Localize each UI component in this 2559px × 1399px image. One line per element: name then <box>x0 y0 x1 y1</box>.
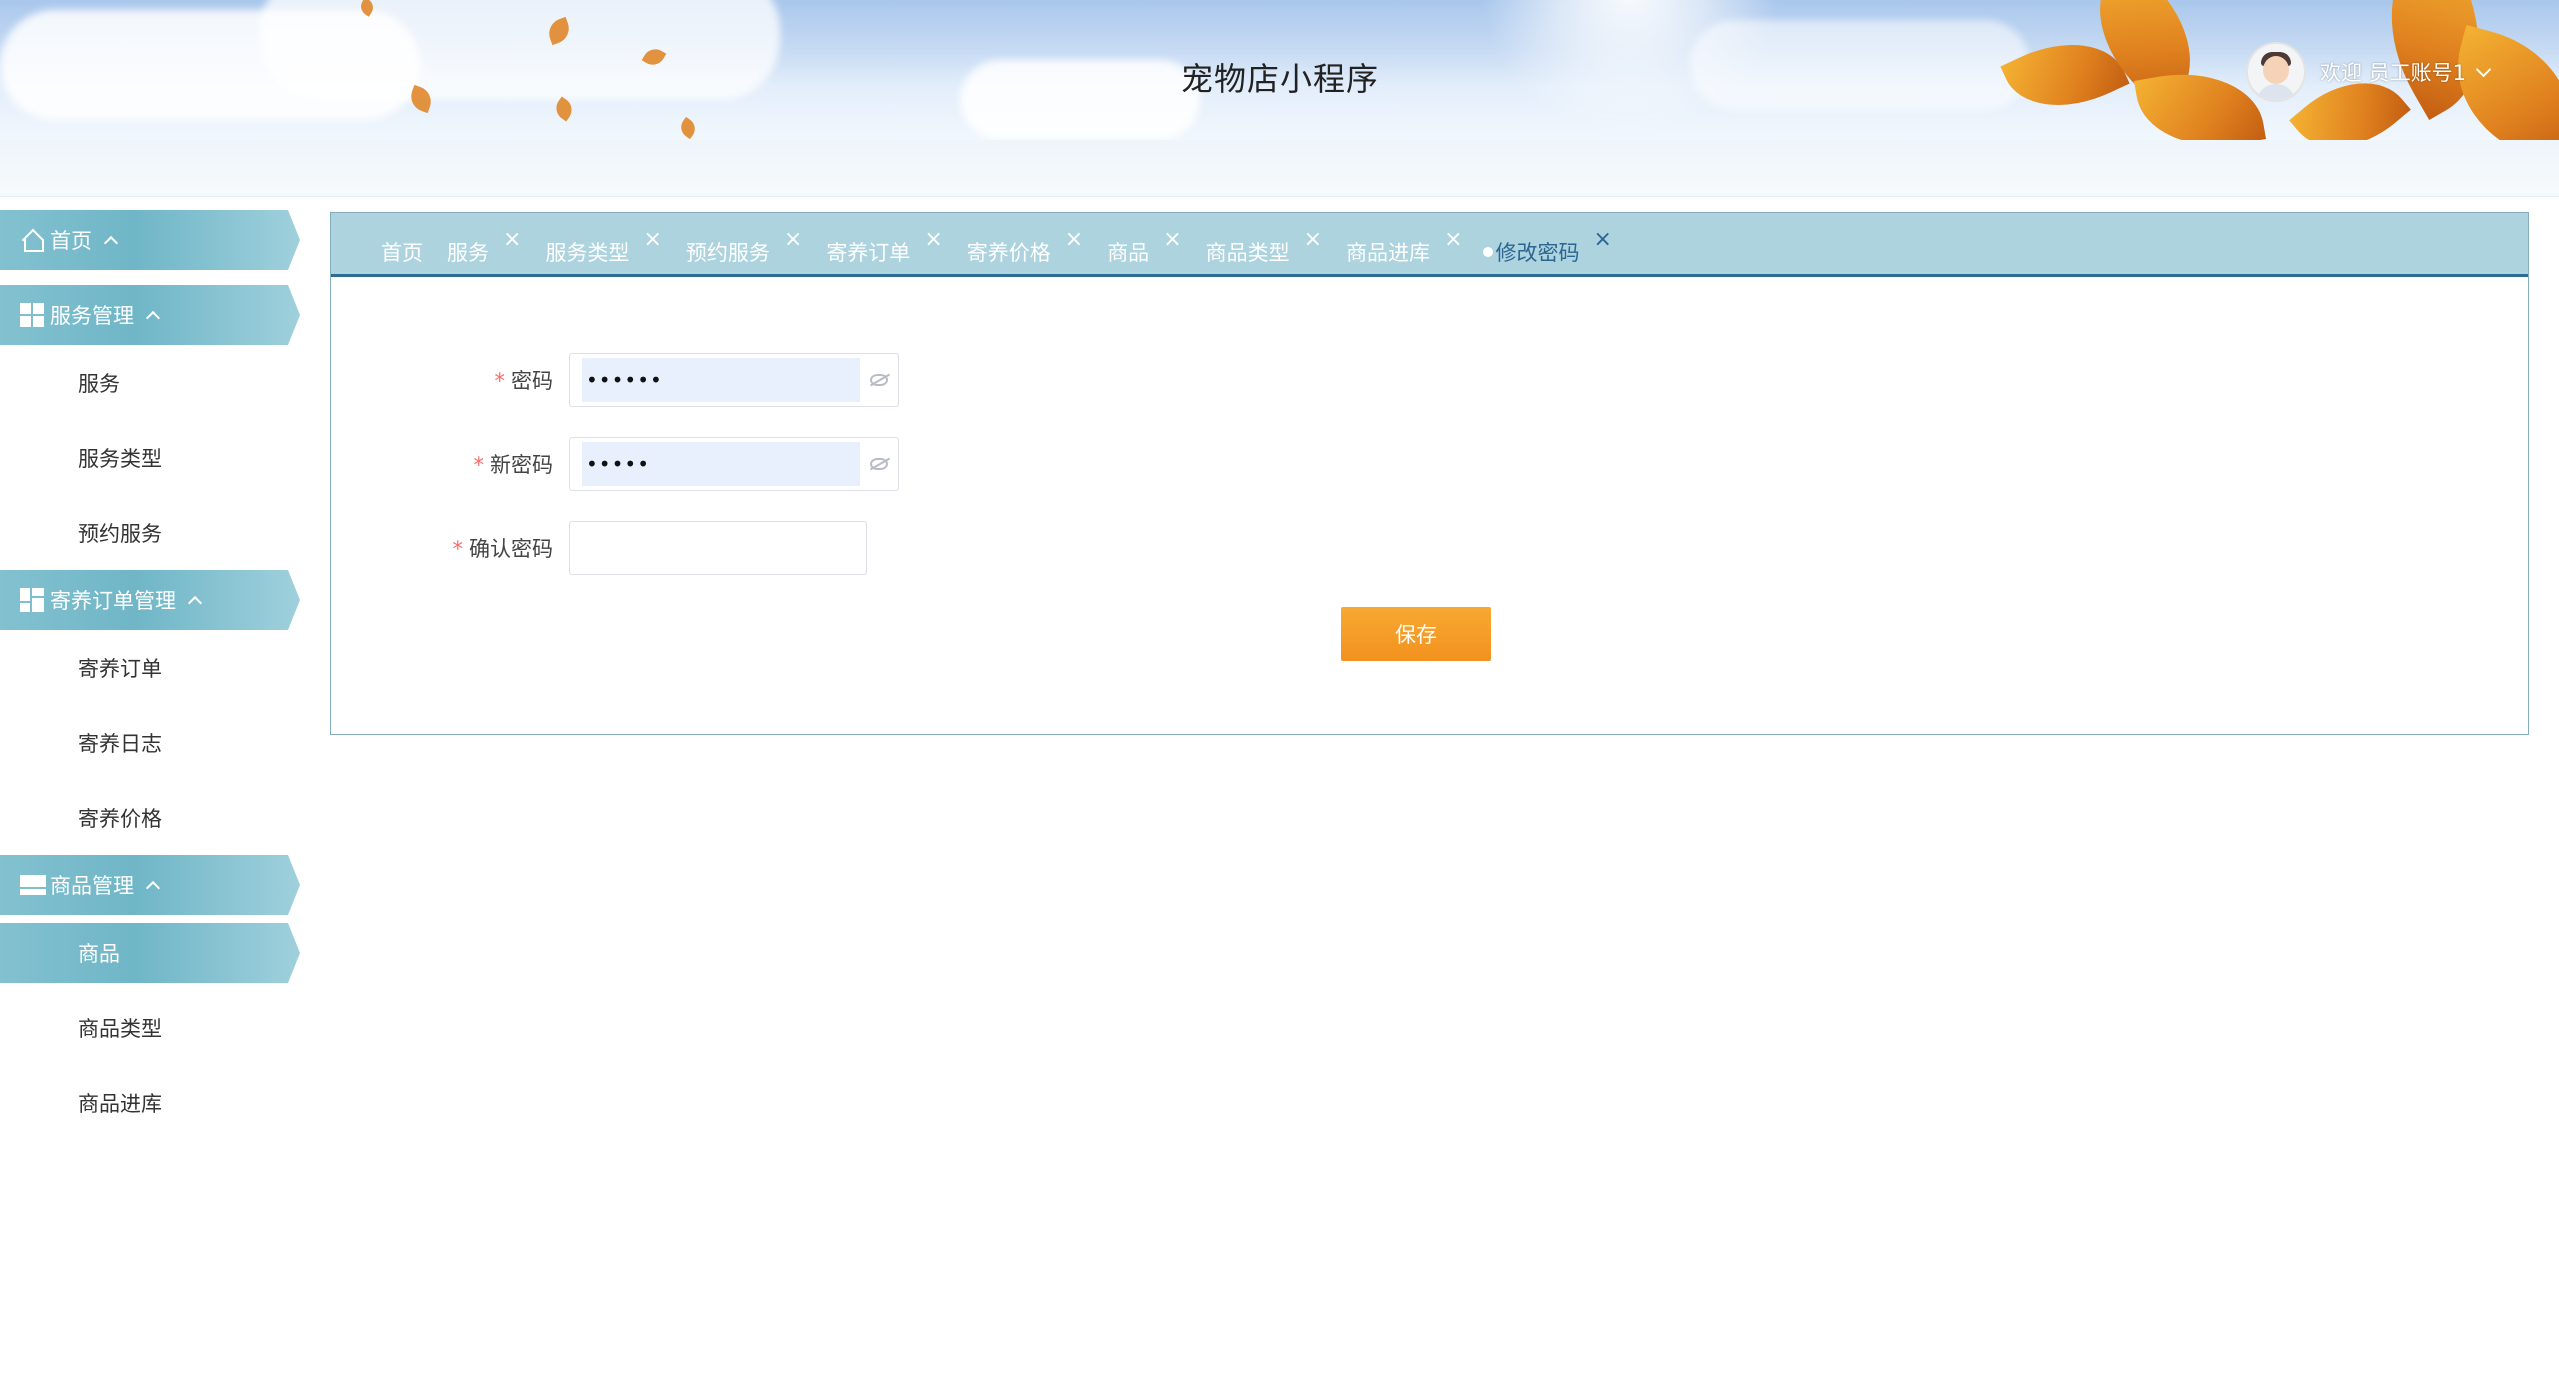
grid-icon <box>20 303 44 327</box>
eye-hidden-icon[interactable] <box>870 458 888 470</box>
avatar[interactable] <box>2246 42 2306 102</box>
sidebar-item-boarding-log[interactable]: 寄养日志 <box>0 705 300 780</box>
form-row-confirm-password: * 确认密码 <box>331 521 867 575</box>
tab-label: 商品进库 <box>1346 240 1431 265</box>
header-cloud-decoration <box>1690 20 2030 110</box>
leaf-decoration <box>676 116 700 140</box>
sidebar-item-goods-stock-in[interactable]: 商品进库 <box>0 1065 300 1140</box>
tab-change-password[interactable]: 修改密码 × <box>1482 227 1612 267</box>
sidebar-group-goods-management[interactable]: 商品管理 <box>0 855 300 915</box>
leaf-decoration <box>551 96 577 122</box>
home-icon <box>20 228 45 252</box>
sidebar-group-label: 服务管理 <box>50 304 134 328</box>
save-button[interactable]: 保存 <box>1341 607 1491 661</box>
avatar-body <box>2256 84 2296 100</box>
list-icon <box>20 873 46 897</box>
chevron-up-icon <box>103 235 119 251</box>
close-icon[interactable]: × <box>924 227 942 252</box>
confirm-password-label: * 确认密码 <box>452 537 554 561</box>
password-field[interactable]: •••••• <box>569 353 899 407</box>
tab-goods-stock-in[interactable]: 商品进库 × <box>1346 227 1462 267</box>
sidebar-item-service[interactable]: 服务 <box>0 345 300 420</box>
active-dot-icon <box>1482 246 1493 257</box>
tab-label: 首页 <box>381 240 423 265</box>
tab-boarding-price[interactable]: 寄养价格 × <box>966 227 1083 267</box>
confirm-password-field[interactable] <box>569 521 867 575</box>
chevron-up-icon <box>145 880 161 896</box>
new-password-label: * 新密码 <box>473 453 554 477</box>
app-title: 宠物店小程序 <box>1180 60 1379 98</box>
password-value[interactable]: •••••• <box>582 358 860 402</box>
tab-label: 寄养价格 <box>966 240 1051 265</box>
tab-boarding-order[interactable]: 寄养订单 × <box>826 227 942 267</box>
close-icon[interactable]: × <box>1163 227 1181 252</box>
sidebar-item-home[interactable]: 首页 <box>0 210 300 270</box>
close-icon[interactable]: × <box>784 227 802 252</box>
eye-hidden-icon[interactable] <box>870 374 888 386</box>
user-menu[interactable]: 欢迎 员工账号1 <box>2246 42 2492 102</box>
tab-home[interactable]: 首页 <box>381 237 423 267</box>
tab-goods-type[interactable]: 商品类型 × <box>1205 227 1322 267</box>
header-band <box>0 140 2559 197</box>
dashboard-icon <box>20 588 44 612</box>
password-label: * 密码 <box>494 369 554 393</box>
sidebar-item-goods[interactable]: 商品 <box>0 923 300 983</box>
close-icon[interactable]: × <box>1065 227 1083 252</box>
required-mark: * <box>452 537 464 561</box>
sidebar-group-label: 首页 <box>50 229 92 253</box>
tabs-bar: 首页 服务 × 服务类型 × 预约服务 × 寄养订单 × 寄养价格 × 商品 ×… <box>331 213 2528 277</box>
close-icon[interactable]: × <box>1594 227 1612 252</box>
close-icon[interactable]: × <box>643 227 661 252</box>
sidebar-item-goods-type[interactable]: 商品类型 <box>0 990 300 1065</box>
sidebar-item-service-type[interactable]: 服务类型 <box>0 420 300 495</box>
tab-service[interactable]: 服务 × <box>447 227 521 267</box>
form-row-password: * 密码 •••••• <box>331 353 899 407</box>
required-mark: * <box>473 453 485 477</box>
tab-label: 修改密码 <box>1495 240 1580 265</box>
close-icon[interactable]: × <box>1444 227 1462 252</box>
chevron-up-icon <box>187 595 203 611</box>
form-row-new-password: * 新密码 ••••• <box>331 437 899 491</box>
tab-label: 商品 <box>1107 240 1150 265</box>
tab-label: 服务类型 <box>545 240 630 265</box>
tab-service-type[interactable]: 服务类型 × <box>545 227 661 267</box>
tab-label: 商品类型 <box>1205 240 1290 265</box>
new-password-value[interactable]: ••••• <box>582 442 860 486</box>
tab-label: 服务 <box>447 240 489 265</box>
sidebar-group-boarding-order-management[interactable]: 寄养订单管理 <box>0 570 300 630</box>
app-header: 宠物店小程序 欢迎 员工账号1 <box>0 0 2559 140</box>
sidebar-group-service-management[interactable]: 服务管理 <box>0 285 300 345</box>
sidebar-item-appointment-service[interactable]: 预约服务 <box>0 495 300 570</box>
header-cloud-decoration <box>960 60 1200 140</box>
welcome-text[interactable]: 欢迎 员工账号1 <box>2320 57 2466 87</box>
new-password-field[interactable]: ••••• <box>569 437 899 491</box>
close-icon[interactable]: × <box>503 227 521 252</box>
header-cloud-decoration <box>260 0 780 100</box>
tab-label: 寄养订单 <box>826 240 911 265</box>
sidebar-group-label: 寄养订单管理 <box>50 589 176 613</box>
chevron-down-icon[interactable] <box>2475 61 2492 77</box>
required-mark: * <box>494 369 506 393</box>
tab-appointment-service[interactable]: 预约服务 × <box>685 227 802 267</box>
tab-goods[interactable]: 商品 × <box>1107 227 1181 267</box>
sidebar: 首页 服务管理 服务 服务类型 预约服务 寄养订单管理 寄养订单 寄养日志 寄养… <box>0 210 300 1140</box>
tab-label: 预约服务 <box>685 240 770 265</box>
sidebar-item-boarding-order[interactable]: 寄养订单 <box>0 630 300 705</box>
main-panel: 首页 服务 × 服务类型 × 预约服务 × 寄养订单 × 寄养价格 × 商品 ×… <box>330 212 2529 735</box>
chevron-up-icon <box>145 310 161 326</box>
avatar-face <box>2263 56 2289 84</box>
sidebar-group-label: 商品管理 <box>50 874 134 898</box>
close-icon[interactable]: × <box>1304 227 1322 252</box>
sidebar-item-boarding-price[interactable]: 寄养价格 <box>0 780 300 855</box>
